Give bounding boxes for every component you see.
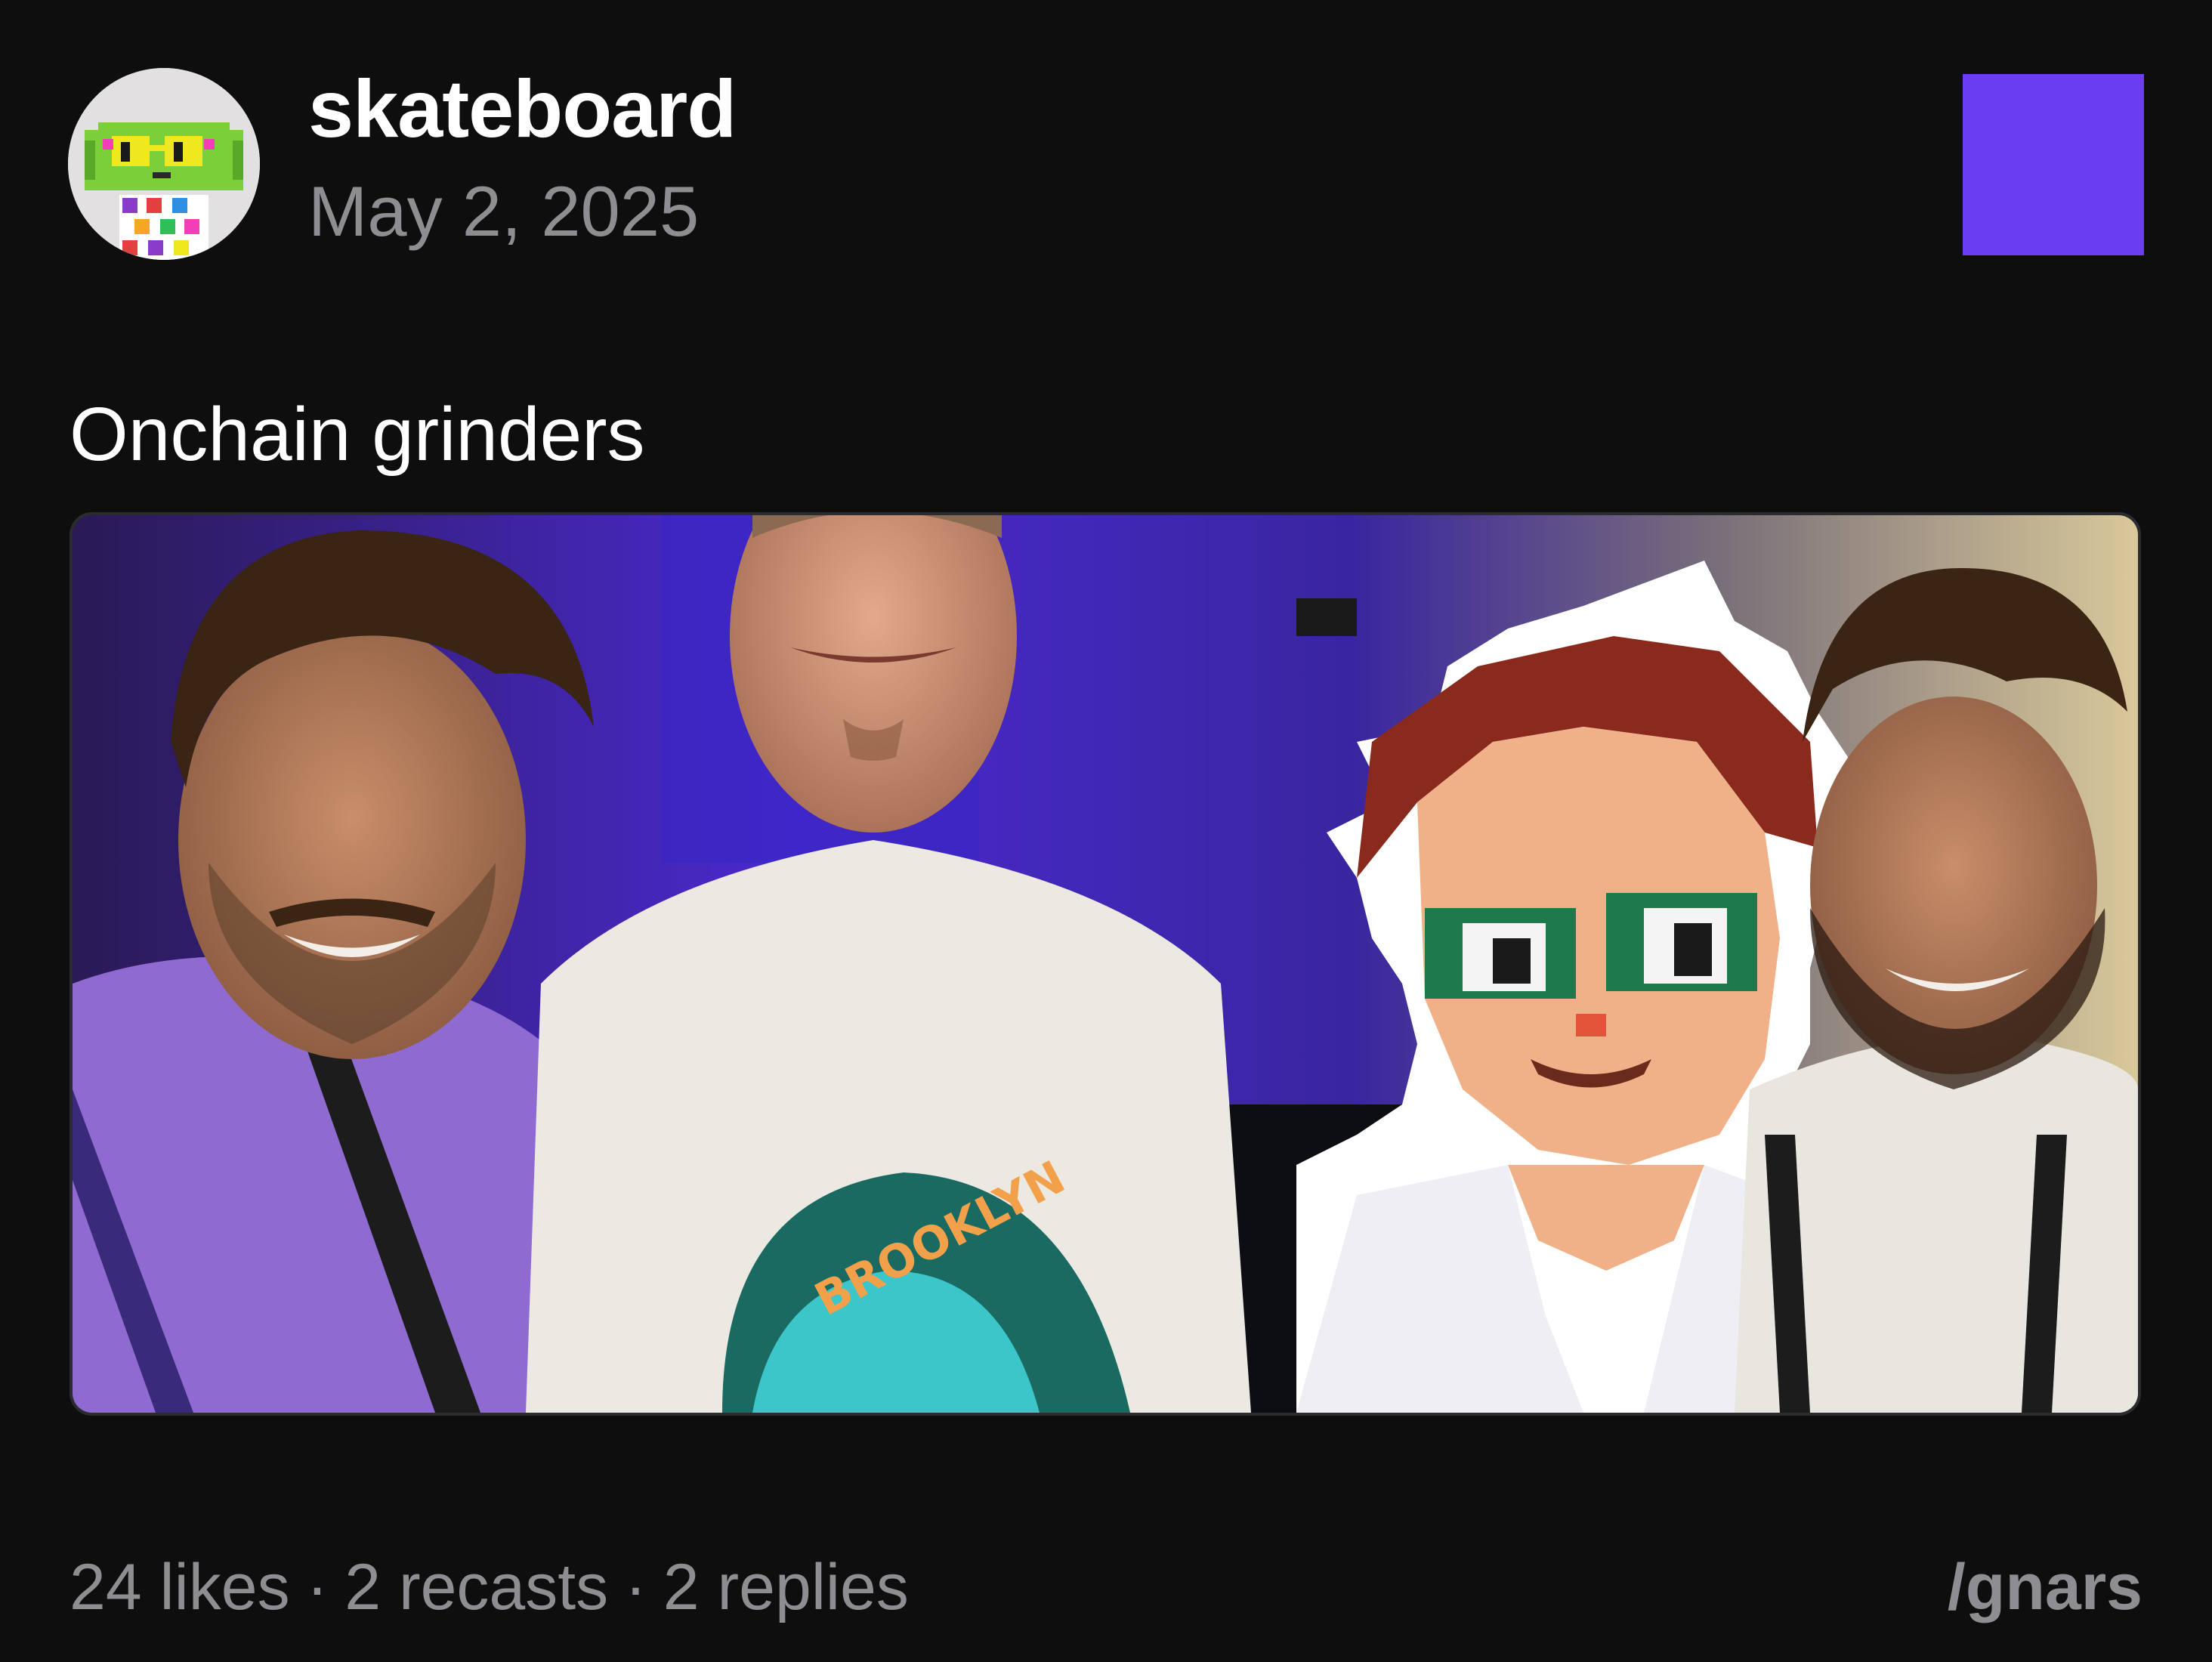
author-username[interactable]: skateboard [308,62,737,156]
likes-count[interactable]: 24 likes [70,1551,290,1623]
pixel-character-avatar-icon [68,68,260,260]
group-photo-with-pixel-art-cutout: BROOKLYN [73,515,2138,1413]
stats-separator: · [625,1551,647,1623]
post-text: Onchain grinders [70,392,645,477]
replies-count[interactable]: 2 replies [663,1551,909,1623]
cast-card: skateboard May 2, 2025 Onchain grinders [0,0,2212,1662]
channel-badge[interactable] [1963,74,2144,255]
post-date: May 2, 2025 [308,171,700,251]
channel-link[interactable]: /gnars [1948,1546,2142,1629]
post-image[interactable]: BROOKLYN [70,512,2141,1416]
recasts-count[interactable]: 2 recasts [344,1551,608,1623]
cast-stats: 24 likes · 2 recasts · 2 replies [70,1546,909,1629]
author-avatar[interactable] [68,68,260,260]
stats-separator: · [306,1551,329,1623]
